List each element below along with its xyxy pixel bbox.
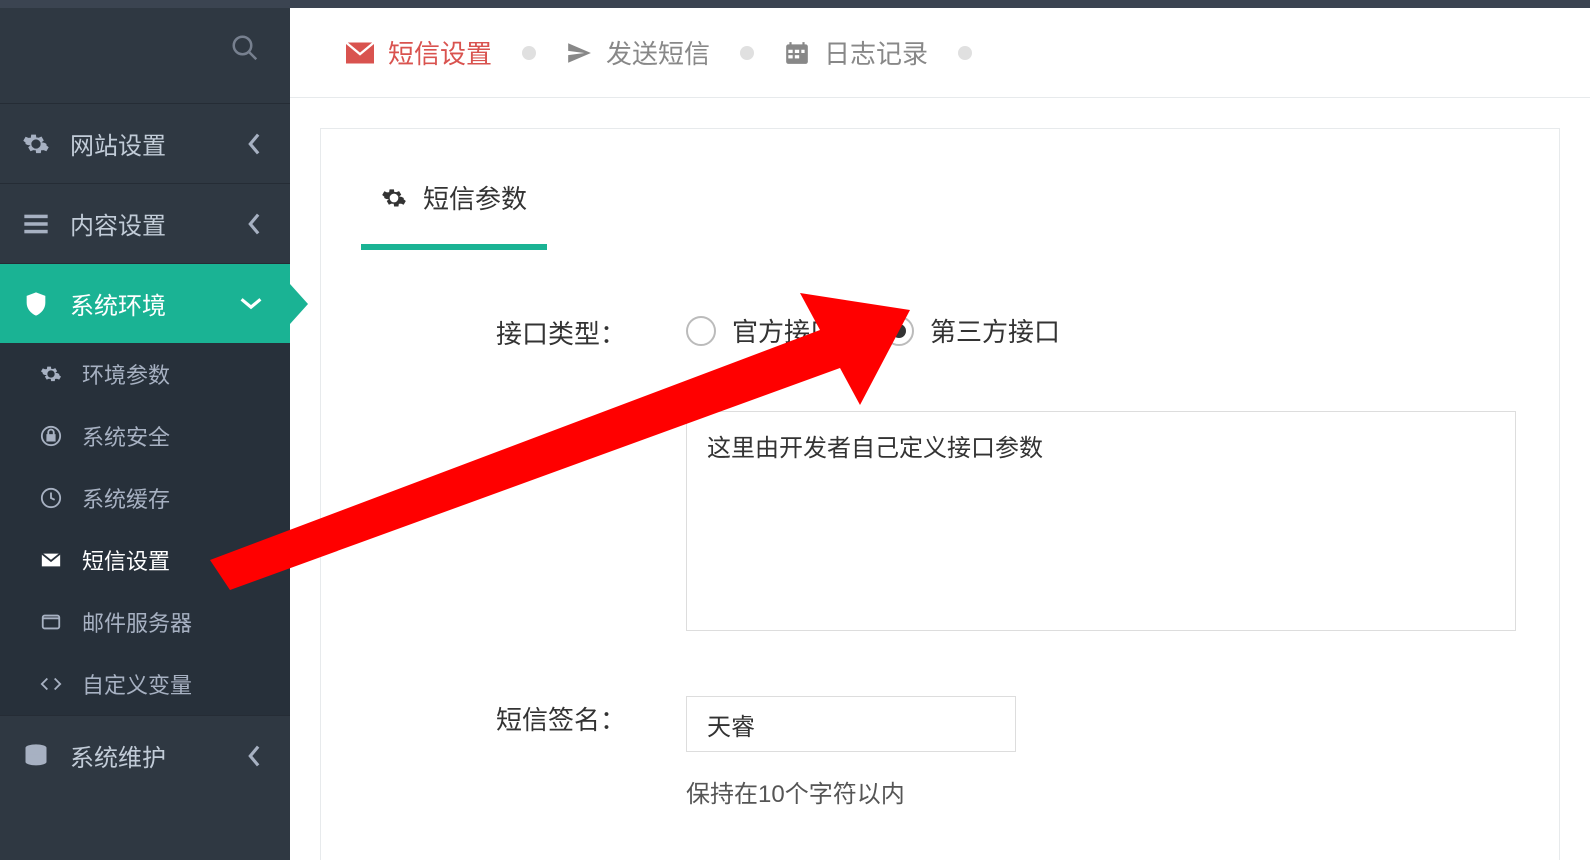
content-area: 短信参数 接口类型： 官方接口 第三方接口: [290, 98, 1590, 860]
sidebar-item-system-environment[interactable]: 系统环境: [0, 263, 290, 343]
chevron-left-icon: [240, 213, 262, 235]
panel: 短信参数 接口类型： 官方接口 第三方接口: [320, 128, 1560, 860]
submenu-item-label: 系统安全: [82, 420, 170, 452]
tab-send-sms[interactable]: 发送短信: [550, 34, 726, 71]
sidebar-submenu: 环境参数 系统安全 系统缓存 短信设置: [0, 343, 290, 715]
submenu-item-label: 短信设置: [82, 544, 170, 576]
radio-third-party-interface[interactable]: 第三方接口: [884, 312, 1060, 349]
envelope-icon: [346, 42, 374, 64]
sidebar-search[interactable]: [0, 8, 290, 103]
radio-circle-icon: [884, 316, 914, 346]
form-row-interface-type: 接口类型： 官方接口 第三方接口: [361, 310, 1519, 351]
tab-label: 日志记录: [824, 34, 928, 71]
form-label-interface-type: 接口类型：: [361, 310, 686, 351]
search-icon: [230, 33, 260, 63]
radio-group-interface-type: 官方接口 第三方接口: [686, 312, 1519, 349]
submenu-item-system-security[interactable]: 系统安全: [0, 405, 290, 467]
tab-separator-dot: [958, 46, 972, 60]
calendar-icon: [784, 40, 810, 66]
panel-tab-label: 短信参数: [423, 179, 527, 216]
bars-icon: [22, 210, 70, 238]
panel-tab-sms-params[interactable]: 短信参数: [361, 179, 547, 250]
submenu-item-system-cache[interactable]: 系统缓存: [0, 467, 290, 529]
gear-icon: [40, 363, 82, 385]
top-strip: [0, 0, 1590, 8]
tab-separator-dot: [740, 46, 754, 60]
sidebar: 网站设置 内容设置 系统环境: [0, 8, 290, 860]
sidebar-item-system-maintenance[interactable]: 系统维护: [0, 715, 290, 795]
submenu-item-label: 自定义变量: [82, 668, 192, 700]
form-row-field-config: 字段: [361, 411, 1519, 636]
sidebar-item-label: 系统环境: [70, 286, 240, 321]
lock-icon: [40, 425, 82, 447]
sidebar-item-content-settings[interactable]: 内容设置: [0, 183, 290, 263]
chevron-left-icon: [240, 133, 262, 155]
input-sms-sign[interactable]: [686, 696, 1016, 752]
submenu-item-sms-settings[interactable]: 短信设置: [0, 529, 290, 591]
radio-label: 官方接口: [732, 312, 836, 349]
top-tabbar: 短信设置 发送短信 日志记录: [290, 8, 1590, 98]
tab-label: 发送短信: [606, 34, 710, 71]
gear-icon: [381, 185, 407, 211]
chevron-left-icon: [240, 745, 262, 767]
gear-icon: [22, 130, 70, 158]
submenu-item-label: 邮件服务器: [82, 606, 192, 638]
sidebar-item-label: 内容设置: [70, 206, 240, 241]
sidebar-item-website-settings[interactable]: 网站设置: [0, 103, 290, 183]
submenu-item-custom-vars[interactable]: 自定义变量: [0, 653, 290, 715]
tab-label: 短信设置: [388, 34, 492, 71]
submenu-item-label: 环境参数: [82, 358, 170, 390]
chevron-down-icon: [240, 297, 262, 311]
radio-official-interface[interactable]: 官方接口: [686, 312, 836, 349]
submenu-item-env-params[interactable]: 环境参数: [0, 343, 290, 405]
envelope-icon: [40, 549, 82, 571]
submenu-item-mail-server[interactable]: 邮件服务器: [0, 591, 290, 653]
textarea-field-config[interactable]: [686, 411, 1516, 631]
tab-sms-settings[interactable]: 短信设置: [330, 34, 508, 71]
radio-circle-icon: [686, 316, 716, 346]
paper-plane-icon: [566, 40, 592, 66]
code-icon: [40, 673, 82, 695]
form-row-sms-sign: 短信签名： 保持在10个字符以内: [361, 696, 1519, 809]
form-label-field-config: 字段: [361, 411, 686, 452]
radio-label: 第三方接口: [930, 312, 1060, 349]
tab-separator-dot: [522, 46, 536, 60]
database-icon: [22, 742, 70, 770]
sidebar-item-label: 网站设置: [70, 126, 240, 161]
sidebar-item-label: 系统维护: [70, 738, 240, 773]
submenu-item-label: 系统缓存: [82, 482, 170, 514]
shield-icon: [22, 290, 70, 318]
form-label-sms-sign: 短信签名：: [361, 696, 686, 737]
tab-log-records[interactable]: 日志记录: [768, 34, 944, 71]
main-content: 短信设置 发送短信 日志记录: [290, 8, 1590, 860]
mailbox-icon: [40, 611, 82, 633]
hint-sms-sign: 保持在10个字符以内: [686, 774, 1519, 809]
clock-icon: [40, 487, 82, 509]
